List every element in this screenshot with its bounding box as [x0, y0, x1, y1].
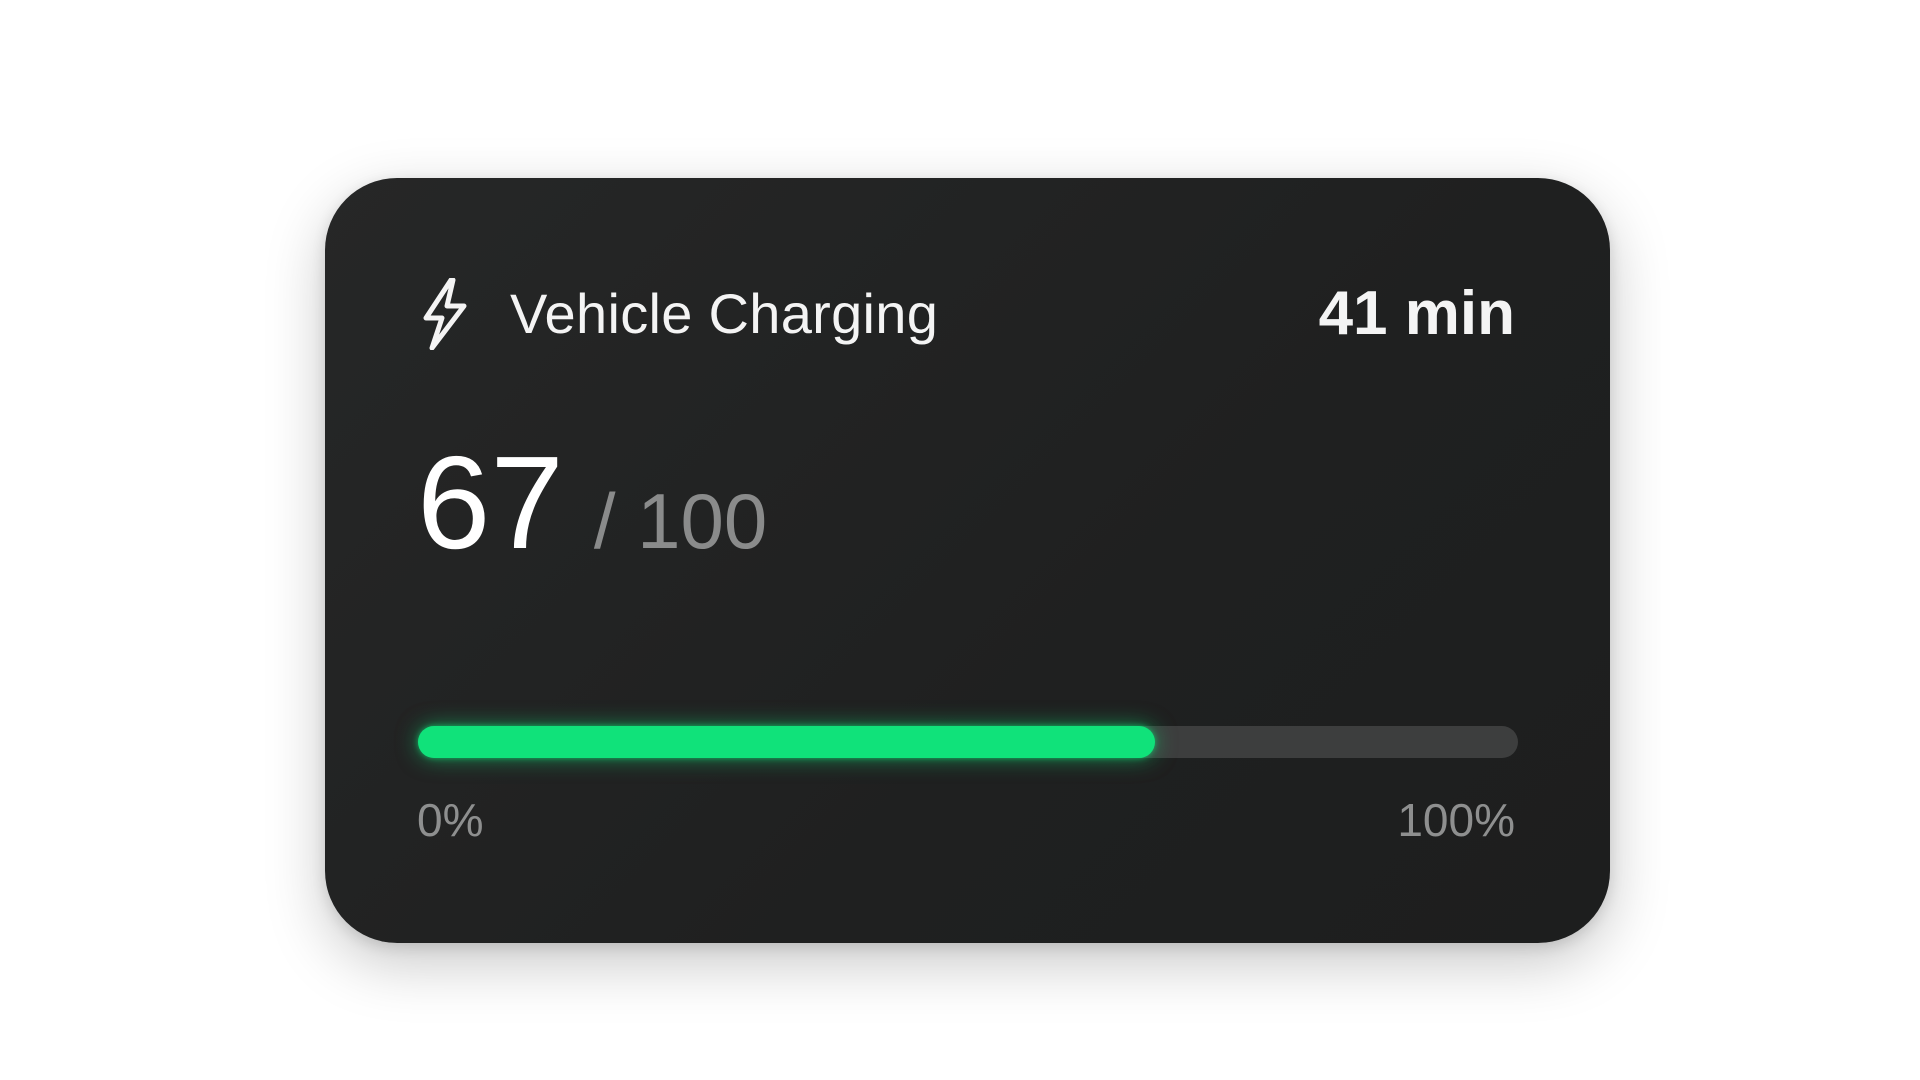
- charge-max: / 100: [593, 477, 768, 565]
- charge-progress-bar: [418, 726, 1518, 758]
- scale-max-label: 100%: [1397, 794, 1515, 846]
- charge-progress-fill: [418, 726, 1155, 758]
- lightning-bolt-icon: [420, 278, 470, 350]
- charge-value: 67: [417, 429, 564, 576]
- widget-title: Vehicle Charging: [510, 282, 939, 345]
- time-remaining: 41 min: [1318, 279, 1515, 348]
- page: Vehicle Charging 41 min 67 / 100 0% 100%: [0, 0, 1920, 1080]
- scale-min-label: 0%: [417, 794, 484, 846]
- charge-readout: 67 / 100: [417, 428, 767, 578]
- charging-widget-card[interactable]: Vehicle Charging 41 min 67 / 100 0% 100%: [325, 178, 1610, 943]
